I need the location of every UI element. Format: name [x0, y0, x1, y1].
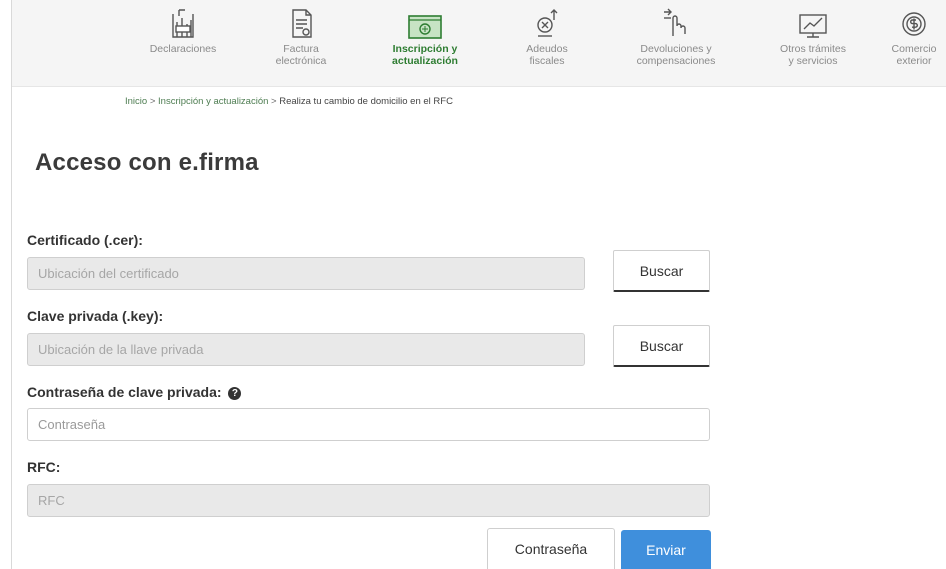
nav-item-inscripcion[interactable]: Inscripción y actualización — [374, 0, 476, 86]
breadcrumb-separator: > — [149, 96, 156, 107]
buscar-certificado-button[interactable]: Buscar — [613, 250, 710, 292]
clave-privada-input[interactable] — [27, 333, 585, 366]
nav-label-otros-tramites: Otros trámites y servicios — [780, 43, 846, 67]
clave-privada-label: Clave privada (.key): — [27, 308, 164, 324]
nav-item-otros-tramites[interactable]: Otros trámites y servicios — [764, 0, 862, 86]
certificado-label: Certificado (.cer): — [27, 232, 143, 248]
enviar-button[interactable]: Enviar — [621, 530, 711, 569]
breadcrumb: Inicio > Inscripción y actualización > R… — [125, 96, 453, 107]
breadcrumb-current: Realiza tu cambio de domicilio en el RFC — [279, 96, 453, 107]
nav-label-declaraciones: Declaraciones — [149, 43, 217, 55]
otros-tramites-icon — [799, 14, 827, 38]
nav-item-comercio-exterior[interactable]: Comercio exterior — [882, 0, 946, 86]
nav-label-devoluciones: Devoluciones y compensaciones — [636, 43, 716, 67]
factura-icon — [292, 9, 312, 38]
contrasena-button[interactable]: Contraseña — [487, 528, 615, 569]
top-navigation: Declaraciones Factura electrónica Inscri… — [12, 0, 946, 87]
buscar-clave-button[interactable]: Buscar — [613, 325, 710, 367]
nav-label-factura: Factura electrónica — [275, 43, 327, 67]
breadcrumb-section-link[interactable]: Inscripción y actualización — [158, 96, 268, 107]
adeudos-icon — [537, 9, 558, 37]
nav-label-comercio-exterior: Comercio exterior — [891, 43, 937, 67]
comercio-exterior-icon — [902, 12, 926, 36]
page-title: Acceso con e.firma — [35, 149, 259, 176]
rfc-input[interactable] — [27, 484, 710, 517]
nav-item-devoluciones[interactable]: Devoluciones y compensaciones — [620, 0, 732, 86]
nav-item-adeudos[interactable]: Adeudos fiscales — [507, 0, 587, 86]
inscripcion-icon — [408, 15, 442, 39]
contrasena-input[interactable] — [27, 408, 710, 441]
nav-item-factura[interactable]: Factura electrónica — [258, 0, 344, 86]
declaraciones-icon — [172, 9, 194, 38]
question-circle-icon[interactable]: ? — [228, 387, 242, 400]
certificado-input[interactable] — [27, 257, 585, 290]
breadcrumb-separator: > — [271, 96, 277, 107]
breadcrumb-home-link[interactable]: Inicio — [125, 96, 147, 107]
rfc-label: RFC: — [27, 459, 61, 475]
nav-item-declaraciones[interactable]: Declaraciones — [138, 0, 228, 86]
nav-label-adeudos: Adeudos fiscales — [526, 43, 568, 67]
nav-label-inscripcion: Inscripción y actualización — [392, 43, 458, 67]
contrasena-label: Contraseña de clave privada: — [27, 384, 222, 400]
contrasena-label-row: Contraseña de clave privada: ? — [27, 384, 242, 400]
devoluciones-icon — [664, 8, 686, 36]
